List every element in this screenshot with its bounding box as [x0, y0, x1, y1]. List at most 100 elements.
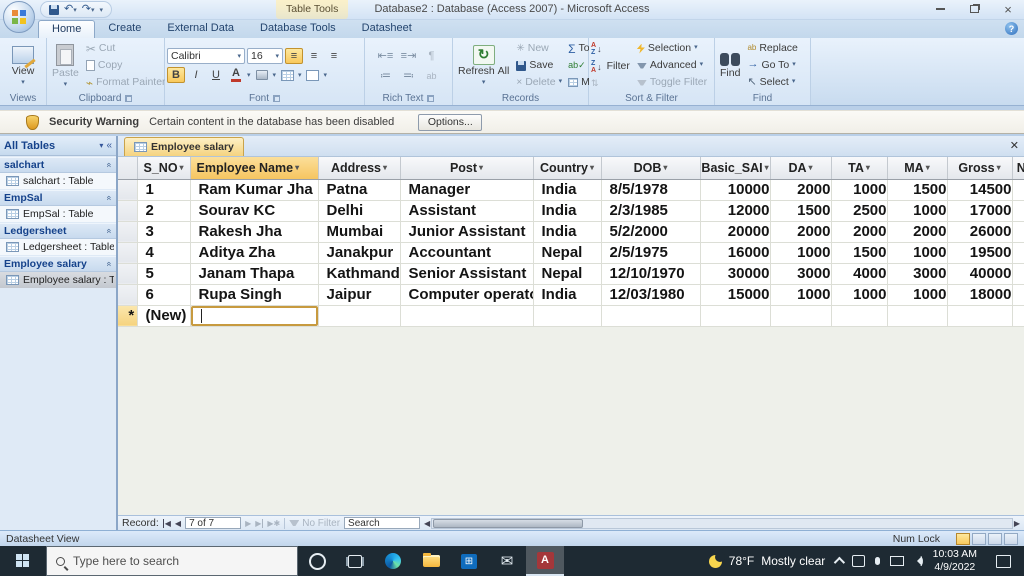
row-selector[interactable] [118, 200, 138, 222]
cell[interactable]: 4 [137, 242, 191, 264]
cell[interactable] [1012, 263, 1024, 285]
mail-icon[interactable] [488, 546, 526, 576]
column-header-country[interactable]: Country ▾ [533, 157, 602, 180]
last-record-icon[interactable]: ▶ [255, 518, 264, 528]
ribbon-tab-home[interactable]: Home [38, 20, 96, 38]
access-icon[interactable] [526, 546, 564, 576]
cell[interactable]: 1000 [831, 284, 888, 306]
cell[interactable]: 2 [137, 200, 191, 222]
ribbon-tab-create[interactable]: Create [95, 20, 154, 38]
cell[interactable]: Nepal [533, 263, 602, 285]
close-icon[interactable]: × [998, 3, 1018, 16]
taskbar-search[interactable]: Type here to search [46, 546, 298, 576]
view-button[interactable]: View ▾ [9, 40, 38, 91]
taskbar-weather[interactable]: 78°F Mostly clear [708, 551, 825, 568]
scroll-left-icon[interactable]: ◀ [424, 519, 430, 528]
cell[interactable]: 19500 [947, 242, 1013, 264]
cell[interactable]: India [533, 221, 602, 243]
cell[interactable]: 1500 [831, 242, 888, 264]
cell[interactable]: 2000 [831, 221, 888, 243]
taskbar-clock[interactable]: 10:03 AM 4/9/2022 [933, 548, 977, 574]
fill-color-button[interactable] [253, 67, 271, 83]
align-center-button[interactable]: ≡ [305, 48, 323, 64]
column-dropdown-icon[interactable]: ▾ [866, 163, 870, 172]
chevron-up-icon[interactable] [834, 557, 842, 565]
cell[interactable]: Sourav KC [190, 200, 319, 222]
cell[interactable]: 1500 [770, 200, 832, 222]
column-header-dob[interactable]: DOB ▾ [601, 157, 701, 180]
cell[interactable]: Nepal [533, 242, 602, 264]
save-record-button[interactable]: Save [514, 59, 564, 72]
cell[interactable] [533, 305, 602, 327]
column-dropdown-icon[interactable]: ▾ [590, 163, 594, 172]
cell[interactable] [400, 305, 534, 327]
advanced-filter-button[interactable]: Advanced ▾ [635, 59, 709, 72]
rich-text-dialog-launcher-icon[interactable] [427, 94, 435, 102]
screen-snip-icon[interactable] [852, 555, 865, 567]
toggle-filter-button[interactable]: Toggle Filter [635, 76, 709, 89]
ribbon-tab-database-tools[interactable]: Database Tools [247, 20, 349, 38]
cell[interactable] [1012, 200, 1024, 222]
document-close-icon[interactable]: ✕ [1010, 139, 1019, 152]
cell[interactable]: 1000 [887, 242, 948, 264]
first-record-icon[interactable]: ◀ [162, 518, 171, 528]
cell[interactable]: 30000 [700, 263, 771, 285]
cell[interactable]: 8/5/1978 [601, 179, 701, 201]
cell[interactable]: 2500 [831, 200, 888, 222]
shutter-bar-collapse-icon[interactable]: « [106, 140, 112, 151]
cell[interactable] [1012, 179, 1024, 201]
cell[interactable]: Kathmandu [318, 263, 401, 285]
cell[interactable]: 26000 [947, 221, 1013, 243]
ribbon-tab-external-data[interactable]: External Data [154, 20, 247, 38]
clear-sorts-button[interactable]: ⇅ [591, 78, 602, 89]
cell[interactable]: 1000 [770, 242, 832, 264]
cell[interactable]: 12/03/1980 [601, 284, 701, 306]
nav-group-header-empsal[interactable]: EmpSal « [0, 190, 116, 206]
cortana-icon[interactable] [298, 546, 336, 576]
row-selector[interactable] [118, 263, 138, 285]
filter-button[interactable]: Filter [604, 40, 633, 91]
increase-indent-button[interactable]: ≡⇥ [400, 48, 418, 64]
microphone-icon[interactable] [875, 557, 880, 565]
row-selector[interactable] [118, 242, 138, 264]
numbered-list-button[interactable]: ≔ [377, 68, 395, 84]
start-button[interactable] [0, 546, 46, 576]
security-options-button[interactable]: Options... [418, 113, 483, 131]
cell[interactable]: Manager [400, 179, 534, 201]
edge-icon[interactable] [374, 546, 412, 576]
nav-item-employee-salary-t[interactable]: Employee salary : T... [0, 272, 116, 288]
cell[interactable]: 2000 [887, 221, 948, 243]
new-record-button[interactable]: ✳ New [514, 42, 564, 55]
column-header-address[interactable]: Address ▾ [318, 157, 401, 180]
cell[interactable]: 1000 [831, 179, 888, 201]
sort-descending-button[interactable]: Z A ↓ [591, 60, 602, 75]
direction-button[interactable]: ¶ [423, 48, 441, 64]
column-header-da[interactable]: DA ▾ [770, 157, 832, 180]
cell[interactable] [1012, 242, 1024, 264]
volume-icon[interactable] [914, 556, 923, 567]
alternate-fill-button[interactable] [304, 67, 322, 83]
cell[interactable] [1012, 221, 1024, 243]
cell[interactable]: 16000 [700, 242, 771, 264]
nav-item-empsal-table[interactable]: EmpSal : Table [0, 206, 116, 222]
no-filter-indicator[interactable]: No Filter [289, 518, 340, 529]
row-selector[interactable] [118, 284, 138, 306]
column-dropdown-icon[interactable]: ▾ [180, 163, 184, 172]
cell[interactable]: 40000 [947, 263, 1013, 285]
select-all-corner[interactable] [118, 157, 138, 180]
column-dropdown-icon[interactable]: ▾ [997, 163, 1001, 172]
nav-group-header-employee-salary[interactable]: Employee salary « [0, 256, 116, 272]
nav-pane-header[interactable]: All Tables ▾ « [0, 136, 116, 156]
column-header-post[interactable]: Post ▾ [400, 157, 534, 180]
cell[interactable]: India [533, 200, 602, 222]
cell[interactable]: 2/5/1975 [601, 242, 701, 264]
column-header-ta[interactable]: TA ▾ [831, 157, 888, 180]
cell[interactable]: Janakpur [318, 242, 401, 264]
cell[interactable]: Computer operator [400, 284, 534, 306]
cell[interactable]: 4000 [831, 263, 888, 285]
cell[interactable] [770, 305, 832, 327]
cell[interactable] [1012, 284, 1024, 306]
column-header-gross[interactable]: Gross ▾ [947, 157, 1013, 180]
cell[interactable] [947, 305, 1013, 327]
cell[interactable]: 17000 [947, 200, 1013, 222]
